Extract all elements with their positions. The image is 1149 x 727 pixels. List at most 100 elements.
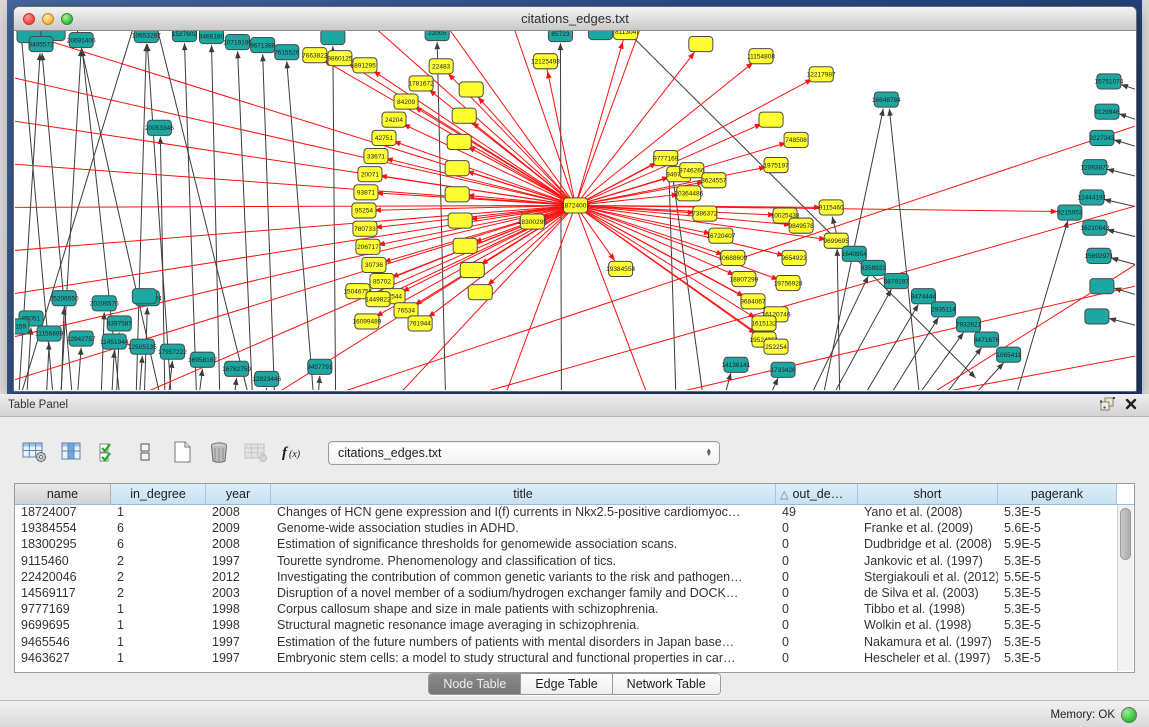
graph-node[interactable]: 9860125 (327, 51, 353, 66)
graph-node[interactable]: 8358923 (861, 260, 887, 275)
graph-node[interactable]: 16099489 (352, 314, 381, 329)
column-header-short[interactable]: short (858, 484, 998, 504)
graph-node[interactable]: 16782759 (222, 361, 251, 376)
tab-network-table[interactable]: Network Table (613, 674, 720, 694)
table-scrollbar[interactable] (1117, 505, 1133, 671)
graph-node[interactable]: 2935114 (931, 302, 956, 317)
graph-node[interactable]: 12217987 (807, 67, 836, 82)
table-cell[interactable]: 0 (776, 570, 858, 584)
graph-edge[interactable] (847, 304, 918, 390)
table-cell[interactable]: Jankovic et al. (1997) (858, 554, 998, 568)
graph-node[interactable] (452, 108, 476, 123)
graph-node[interactable]: 9654923 (781, 250, 807, 265)
table-cell[interactable]: Embryonic stem cells: a model to study s… (271, 651, 776, 665)
graph-node[interactable]: 1065411 (996, 347, 1021, 362)
column-header-year[interactable]: year (206, 484, 271, 504)
graph-node[interactable]: 33671 (364, 148, 388, 163)
graph-edge[interactable] (212, 45, 221, 390)
table-cell[interactable]: 2 (111, 554, 206, 568)
table-cell[interactable]: 0 (776, 586, 858, 600)
graph-node[interactable]: 12923446 (252, 371, 281, 386)
graph-node[interactable]: 20053346 (145, 120, 174, 135)
graph-node[interactable] (468, 285, 492, 300)
table-cell[interactable]: 1 (111, 635, 206, 649)
graph-node[interactable]: 16720407 (706, 228, 735, 243)
graph-node[interactable] (1085, 309, 1109, 324)
graph-node[interactable]: 9684067 (740, 294, 766, 309)
graph-node[interactable]: 1975197 (763, 158, 789, 173)
graph-node[interactable]: 19756928 (774, 276, 803, 291)
graph-node[interactable]: 12444191 (1077, 190, 1106, 205)
memory-indicator[interactable] (1121, 707, 1137, 723)
create-column-button[interactable] (168, 440, 196, 466)
graph-edge[interactable] (1008, 221, 1068, 390)
table-cell[interactable]: 49 (776, 505, 858, 519)
graph-edge[interactable] (576, 205, 795, 257)
table-cell[interactable]: 22420046 (15, 570, 111, 584)
graph-node[interactable]: 22005 (425, 31, 449, 41)
graph-node[interactable]: 19384554 (606, 261, 635, 276)
table-select-combobox[interactable]: citations_edges.txt▲▼ (328, 441, 720, 465)
select-all-button[interactable] (94, 440, 122, 466)
graph-node[interactable]: 9457791 (307, 359, 333, 374)
graph-node[interactable]: 11156869 (35, 326, 63, 341)
graph-node[interactable]: 7932621 (956, 317, 982, 332)
table-cell[interactable]: Franke et al. (2009) (858, 521, 998, 535)
table-cell[interactable]: Stergiakouli et al. (2012) (858, 570, 998, 584)
graph-node[interactable] (321, 31, 345, 45)
graph-node[interactable]: 20364486 (674, 186, 703, 201)
table-row[interactable]: 1456911722003Disruption of a novel membe… (15, 585, 1118, 601)
graph-node[interactable] (1090, 279, 1114, 294)
graph-edge[interactable] (287, 61, 316, 390)
graph-node[interactable]: 9227343 (1089, 130, 1115, 145)
graph-edge[interactable] (897, 333, 963, 390)
graph-node[interactable]: 15692971 (1084, 248, 1113, 263)
table-cell[interactable]: 5.3E-5 (998, 635, 1117, 649)
graph-node[interactable]: 9746266 (679, 163, 705, 178)
table-row[interactable]: 911546021997Tourette syndrome. Phenomeno… (15, 553, 1118, 569)
graph-node[interactable]: 6879197 (884, 274, 910, 289)
graph-edge[interactable] (797, 276, 868, 390)
table-cell[interactable]: 1998 (206, 618, 271, 632)
graph-node[interactable]: 9671388 (250, 38, 276, 53)
table-cell[interactable]: 0 (776, 635, 858, 649)
graph-edge[interactable] (496, 205, 575, 390)
table-cell[interactable]: 5.3E-5 (998, 554, 1117, 568)
table-cell[interactable]: Investigating the contribution of common… (271, 570, 776, 584)
graph-node[interactable]: 30736 (362, 257, 386, 272)
table-cell[interactable]: 1997 (206, 635, 271, 649)
graph-node[interactable] (447, 134, 471, 149)
table-cell[interactable]: 9463627 (15, 651, 111, 665)
table-row[interactable]: 946362711997Embryonic stem cells: a mode… (15, 650, 1118, 666)
column-header-out_de[interactable]: △out_de… (776, 484, 858, 504)
graph-node[interactable]: 17957222 (158, 344, 187, 359)
network-canvas[interactable]: 9405572206914061065328715276028466160107… (15, 31, 1135, 390)
table-cell[interactable]: Nakamura et al. (1997) (858, 635, 998, 649)
table-cell[interactable]: 5.3E-5 (998, 505, 1117, 519)
function-builder-button[interactable]: f(x) (279, 440, 307, 466)
table-cell[interactable]: 2009 (206, 521, 271, 535)
graph-edge[interactable] (315, 55, 576, 205)
table-cell[interactable]: 0 (776, 554, 858, 568)
table-cell[interactable]: 2 (111, 586, 206, 600)
table-cell[interactable]: Hescheler et al. (1997) (858, 651, 998, 665)
graph-node[interactable]: 22483 (429, 59, 453, 74)
table-cell[interactable]: 2003 (206, 586, 271, 600)
graph-node[interactable] (445, 161, 469, 176)
graph-node[interactable]: 1615132 (751, 316, 777, 331)
table-cell[interactable]: 1997 (206, 651, 271, 665)
table-cell[interactable]: Structural magnetic resonance image aver… (271, 618, 776, 632)
graph-node[interactable]: 12125493 (531, 54, 560, 69)
graph-node[interactable]: 14136141 (721, 357, 750, 372)
graph-edge[interactable] (872, 317, 938, 390)
table-cell[interactable]: 9777169 (15, 602, 111, 616)
show-columns-button[interactable] (57, 440, 85, 466)
table-cell[interactable]: Dudbridge et al. (2008) (858, 537, 998, 551)
graph-node[interactable] (459, 82, 483, 97)
network-window-titlebar[interactable]: citations_edges.txt (14, 7, 1136, 31)
graph-node[interactable]: 12942757 (67, 331, 96, 346)
column-header-in_degree[interactable]: in_degree (111, 484, 206, 504)
table-cell[interactable]: 0 (776, 537, 858, 551)
table-cell[interactable]: 19384554 (15, 521, 111, 535)
graph-edge[interactable] (576, 32, 626, 205)
